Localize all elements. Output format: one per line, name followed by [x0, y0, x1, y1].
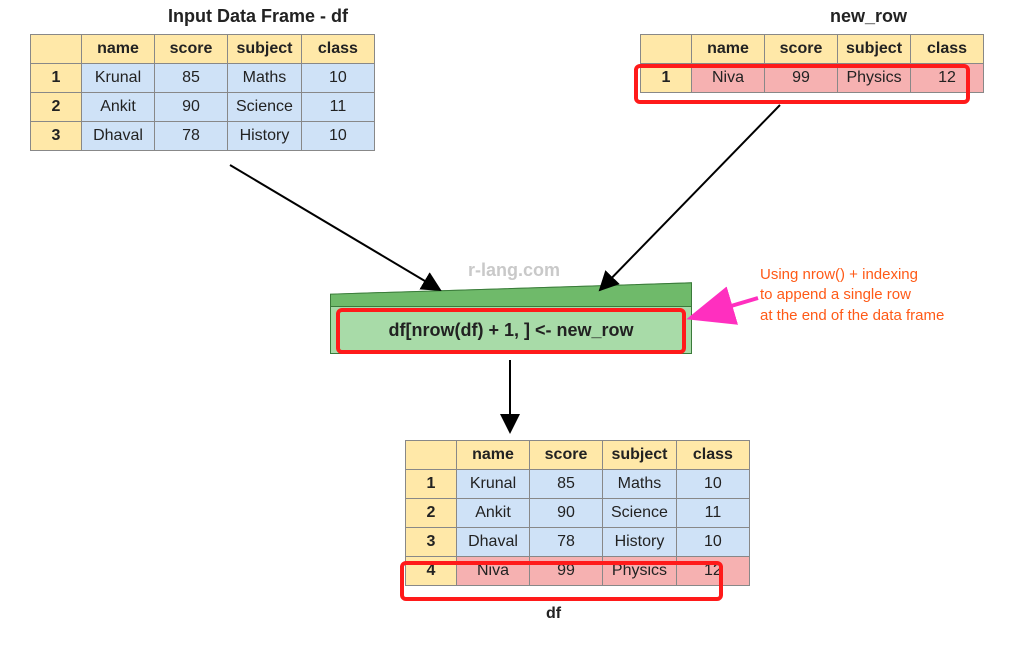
cell: Dhaval	[457, 528, 530, 557]
cell: 78	[530, 528, 603, 557]
table-row: 3 Dhaval 78 History 10	[406, 528, 750, 557]
cell: Niva	[457, 557, 530, 586]
cell: Physics	[603, 557, 677, 586]
col-header: name	[692, 35, 765, 64]
arrow-newrow-to-code	[600, 105, 780, 290]
table-row: 1 Niva 99 Physics 12	[641, 64, 984, 93]
annotation-line: Using nrow() + indexing	[760, 265, 1020, 285]
row-index: 3	[406, 528, 457, 557]
cell: 11	[301, 93, 374, 122]
output-df-table: name score subject class 1 Krunal 85 Mat…	[405, 440, 750, 586]
output-caption: df	[546, 605, 561, 623]
cell: 85	[155, 64, 228, 93]
cell: Physics	[838, 64, 911, 93]
cell: Maths	[603, 470, 677, 499]
row-index: 2	[31, 93, 82, 122]
col-header: score	[155, 35, 228, 64]
watermark: r-lang.com	[468, 260, 560, 281]
row-index: 2	[406, 499, 457, 528]
code-plaque: df[nrow(df) + 1, ] <- new_row	[330, 300, 690, 360]
col-header: class	[676, 441, 749, 470]
cell: Science	[603, 499, 677, 528]
col-header: name	[82, 35, 155, 64]
row-index: 3	[31, 122, 82, 151]
diagram-stage: Input Data Frame - df new_row r-lang.com…	[0, 0, 1024, 666]
col-header: subject	[838, 35, 911, 64]
cell: 11	[676, 499, 749, 528]
cell: Ankit	[457, 499, 530, 528]
cell: Krunal	[457, 470, 530, 499]
row-index: 1	[31, 64, 82, 93]
cell: Krunal	[82, 64, 155, 93]
table-corner	[641, 35, 692, 64]
col-header: score	[765, 35, 838, 64]
cell: 12	[911, 64, 984, 93]
cell: 99	[530, 557, 603, 586]
new-row-title: new_row	[830, 6, 907, 27]
cell: 90	[530, 499, 603, 528]
cell: History	[603, 528, 677, 557]
cell: Science	[228, 93, 302, 122]
row-index: 1	[406, 470, 457, 499]
cell: 99	[765, 64, 838, 93]
annotation-text: Using nrow() + indexing to append a sing…	[760, 265, 1020, 326]
cell: History	[228, 122, 302, 151]
cell: 10	[676, 528, 749, 557]
code-label: df[nrow(df) + 1, ] <- new_row	[330, 306, 692, 354]
table-corner	[406, 441, 457, 470]
table-corner	[31, 35, 82, 64]
cell: 12	[676, 557, 749, 586]
arrow-input-to-code	[230, 165, 440, 290]
cell: 10	[676, 470, 749, 499]
col-header: class	[911, 35, 984, 64]
cell: 78	[155, 122, 228, 151]
row-index: 4	[406, 557, 457, 586]
row-index: 1	[641, 64, 692, 93]
table-row: 4 Niva 99 Physics 12	[406, 557, 750, 586]
table-row: 1 Krunal 85 Maths 10	[31, 64, 375, 93]
table-row: 2 Ankit 90 Science 11	[31, 93, 375, 122]
col-header: class	[301, 35, 374, 64]
new-row-table: name score subject class 1 Niva 99 Physi…	[640, 34, 984, 93]
cell: Maths	[228, 64, 302, 93]
col-header: score	[530, 441, 603, 470]
cell: 85	[530, 470, 603, 499]
cell: 10	[301, 122, 374, 151]
cell: Dhaval	[82, 122, 155, 151]
table-row: 3 Dhaval 78 History 10	[31, 122, 375, 151]
table-row: 1 Krunal 85 Maths 10	[406, 470, 750, 499]
cell: 10	[301, 64, 374, 93]
arrow-annotation	[694, 298, 758, 317]
table-row: 2 Ankit 90 Science 11	[406, 499, 750, 528]
cell: 90	[155, 93, 228, 122]
col-header: subject	[228, 35, 302, 64]
input-title: Input Data Frame - df	[168, 6, 348, 27]
col-header: subject	[603, 441, 677, 470]
col-header: name	[457, 441, 530, 470]
annotation-line: to append a single row	[760, 285, 1020, 305]
annotation-line: at the end of the data frame	[760, 306, 1020, 326]
input-df-table: name score subject class 1 Krunal 85 Mat…	[30, 34, 375, 151]
cell: Niva	[692, 64, 765, 93]
cell: Ankit	[82, 93, 155, 122]
